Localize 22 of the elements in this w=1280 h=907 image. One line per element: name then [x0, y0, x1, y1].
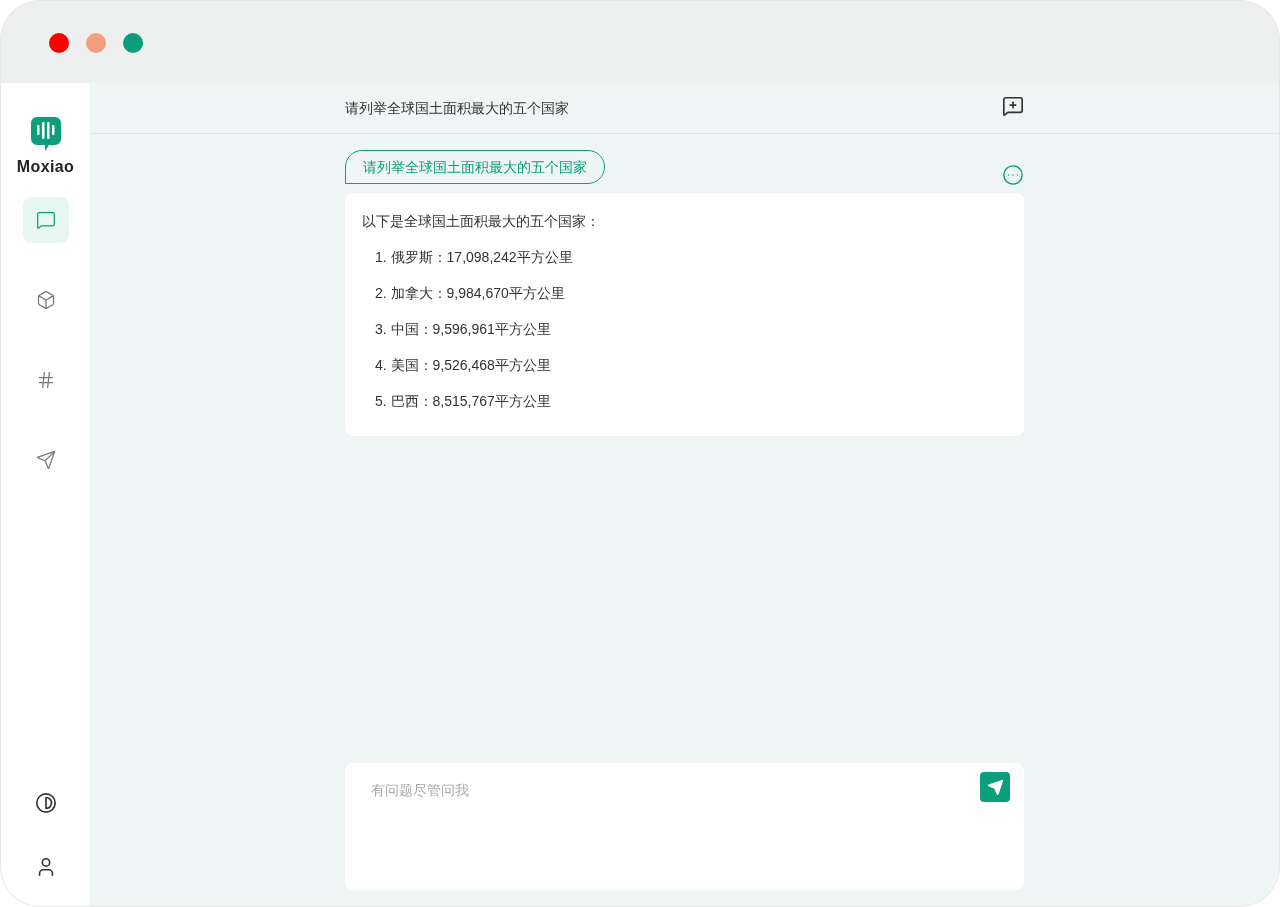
paper-plane-icon	[35, 450, 56, 470]
answer-list-item: 4. 美国：9,526,468平方公里	[374, 356, 552, 375]
logo-text: Moxiao	[16, 157, 75, 177]
message-composer[interactable]: 有问题尽管问我	[345, 763, 1024, 890]
answer-list-item: 1. 俄罗斯：17,098,242平方公里	[374, 248, 574, 267]
answer-list-item: 3. 中国：9,596,961平方公里	[374, 320, 552, 339]
more-options-icon	[1002, 164, 1024, 186]
chat-bubble-icon	[35, 210, 56, 230]
message-input[interactable]: 有问题尽管问我	[371, 780, 980, 801]
chat-title: 请列举全球国土面积最大的五个国家	[345, 98, 569, 118]
new-chat-icon	[1002, 95, 1024, 117]
cube-icon	[35, 290, 56, 310]
new-chat-button[interactable]	[1002, 95, 1024, 117]
contrast-icon	[34, 792, 57, 814]
logo-icon	[30, 117, 61, 151]
answer-intro: 以下是全球国土面积最大的五个国家：	[362, 212, 601, 231]
sidebar-nav-button[interactable]	[22, 197, 69, 243]
send-icon	[986, 778, 1004, 796]
answer-list-item: 2. 加拿大：9,984,670平方公里	[374, 284, 566, 303]
answer-list-item: 5. 巴西：8,515,767平方公里	[374, 392, 552, 411]
more-options-button[interactable]	[1002, 164, 1024, 186]
send-button[interactable]	[980, 772, 1010, 802]
